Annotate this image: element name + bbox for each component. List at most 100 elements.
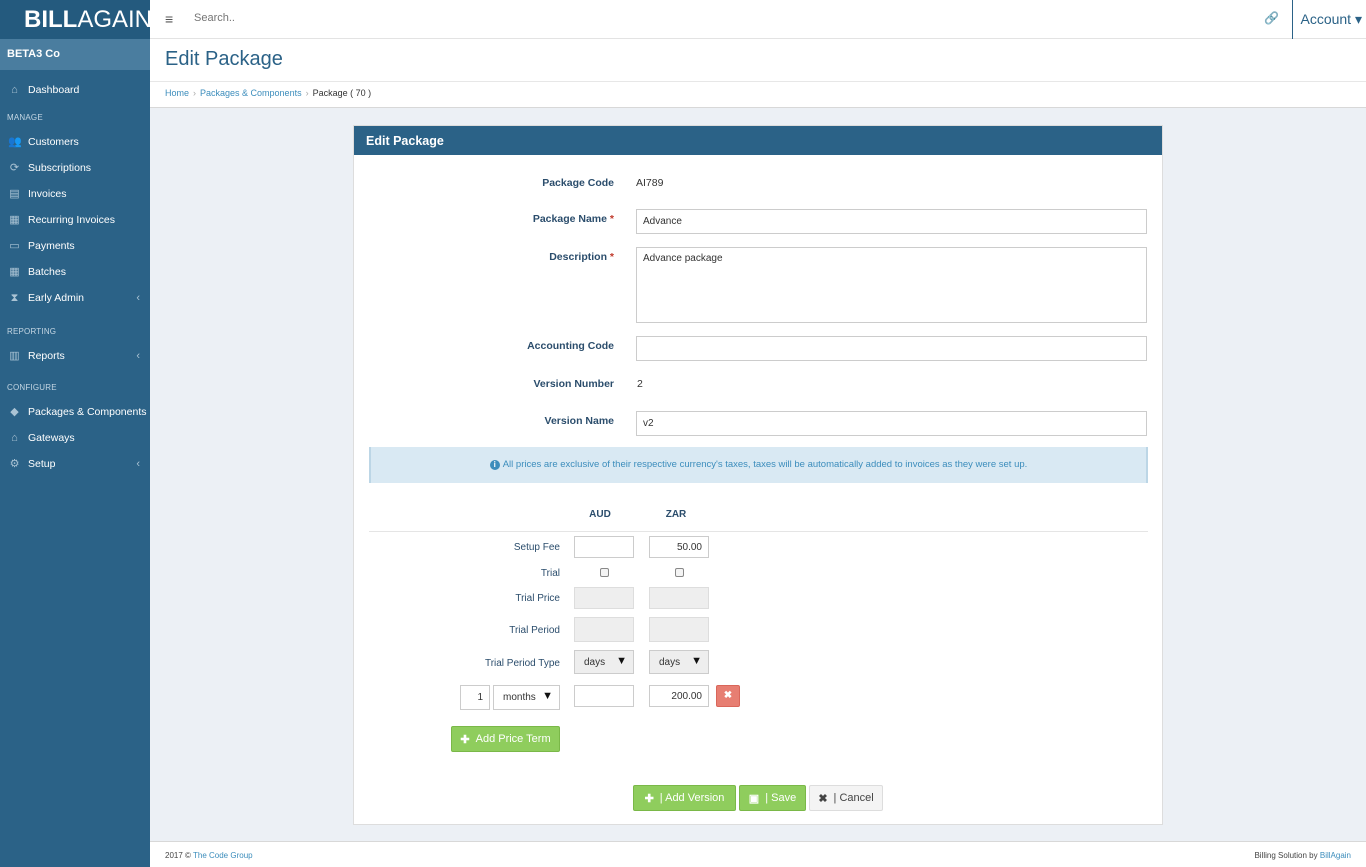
footer-copyright: 2017 © The Code Group xyxy=(165,851,253,860)
trial-period-type-aud-select[interactable]: days ▼ xyxy=(574,650,634,674)
chevron-left-icon: ‹ xyxy=(136,458,140,470)
hourglass-icon: ⧗ xyxy=(10,292,19,304)
caret-down-icon: ▼ xyxy=(691,655,702,667)
sidebar-item-early-admin[interactable]: ⧗ Early Admin ‹ xyxy=(0,285,150,311)
section-reporting: REPORTING xyxy=(7,327,57,336)
section-manage: MANAGE xyxy=(7,113,43,122)
chevron-left-icon: ‹ xyxy=(136,292,140,304)
trial-zar-checkbox[interactable] xyxy=(675,568,684,577)
currency-aud-header: AUD xyxy=(589,509,611,520)
chevron-left-icon: ‹ xyxy=(136,350,140,362)
breadcrumb-packages[interactable]: Packages & Components xyxy=(200,88,302,98)
footer: 2017 © The Code Group Billing Solution b… xyxy=(150,841,1366,867)
caret-down-icon: ▼ xyxy=(616,655,627,667)
caret-down-icon: ▼ xyxy=(542,690,553,702)
table-icon: ▦ xyxy=(9,266,20,278)
package-name-input[interactable] xyxy=(636,209,1147,234)
sidebar-item-invoices[interactable]: ▤ Invoices xyxy=(0,181,150,207)
remove-term-button[interactable]: ✖ xyxy=(716,685,740,707)
tax-info-alert: i All prices are exclusive of their respe… xyxy=(369,447,1148,483)
section-configure: CONFIGURE xyxy=(7,383,57,392)
refresh-icon: ⟳ xyxy=(9,162,20,174)
link-icon[interactable]: 🔗 xyxy=(1264,11,1279,25)
edit-package-panel: Edit Package Package Code AI789 Package … xyxy=(353,125,1163,825)
money-icon: ▭ xyxy=(9,240,20,252)
trial-period-label: Trial Period xyxy=(509,625,560,636)
trial-period-aud-input xyxy=(574,617,634,642)
sidebar: BILLAGAIN BETA3 Co ⌂ Dashboard MANAGE 👥 C… xyxy=(0,0,153,867)
accounting-code-input[interactable] xyxy=(636,336,1147,361)
panel-heading: Edit Package xyxy=(354,126,1162,155)
plus-icon: ✚ xyxy=(644,792,654,805)
sidebar-item-dashboard[interactable]: ⌂ Dashboard xyxy=(0,77,150,103)
trial-period-type-label: Trial Period Type xyxy=(484,658,560,669)
calendar-icon: ▦ xyxy=(9,214,20,226)
accounting-code-label: Accounting Code xyxy=(527,340,614,352)
package-code-value: AI789 xyxy=(636,177,664,189)
add-version-button[interactable]: ✚ | Add Version xyxy=(633,785,736,811)
trial-aud-checkbox[interactable] xyxy=(600,568,609,577)
info-icon: i xyxy=(489,460,500,470)
plus-icon: ✚ xyxy=(460,733,470,746)
floppy-icon: ▣ xyxy=(748,792,760,805)
tags-icon: ◆ xyxy=(10,406,19,418)
version-name-input[interactable] xyxy=(636,411,1147,436)
sidebar-item-setup[interactable]: ⚙ Setup ‹ xyxy=(0,451,150,477)
term-quantity-input[interactable] xyxy=(460,685,490,710)
sidebar-item-recurring-invoices[interactable]: ▦ Recurring Invoices xyxy=(0,207,150,233)
description-label: Description * xyxy=(549,251,614,263)
close-icon: ✖ xyxy=(818,792,828,805)
term-unit-select[interactable]: months ▼ xyxy=(493,685,560,710)
file-icon: ▤ xyxy=(9,188,20,200)
brand-name: BILLAGAIN xyxy=(24,5,153,33)
sidebar-item-payments[interactable]: ▭ Payments xyxy=(0,233,150,259)
setup-fee-zar-input[interactable] xyxy=(649,536,709,558)
breadcrumb: Home › Packages & Components › Package ( 70 … xyxy=(150,82,1366,108)
version-name-label: Version Name xyxy=(544,415,614,427)
trial-period-zar-input xyxy=(649,617,709,642)
package-code-label: Package Code xyxy=(542,177,614,189)
close-icon: ✖ xyxy=(723,690,733,701)
cancel-button[interactable]: ✖ | Cancel xyxy=(809,785,883,811)
description-textarea[interactable]: Advance package xyxy=(636,247,1147,323)
users-icon: 👥 xyxy=(8,136,22,148)
search-input[interactable] xyxy=(194,12,494,24)
menu-toggle-icon[interactable]: ≡ xyxy=(165,11,173,27)
add-price-term-button[interactable]: ✚ Add Price Term xyxy=(451,726,560,752)
sidebar-item-batches[interactable]: ▦ Batches xyxy=(0,259,150,285)
term-price-zar-input[interactable] xyxy=(649,685,709,707)
term-price-aud-input[interactable] xyxy=(574,685,634,707)
trial-period-type-zar-select[interactable]: days ▼ xyxy=(649,650,709,674)
sidebar-item-customers[interactable]: 👥 Customers xyxy=(0,129,150,155)
setup-fee-aud-input[interactable] xyxy=(574,536,634,558)
top-navbar: ≡ 🔗 Account ▾ xyxy=(150,0,1366,39)
trial-price-label: Trial Price xyxy=(515,593,560,604)
setup-fee-label: Setup Fee xyxy=(513,542,560,553)
page-title: Edit Package xyxy=(165,48,283,70)
company-name[interactable]: BETA3 Co xyxy=(0,39,150,70)
account-menu[interactable]: Account ▾ xyxy=(1300,11,1362,28)
version-number-value: 2 xyxy=(637,378,643,390)
sidebar-item-reports[interactable]: ▥ Reports ‹ xyxy=(0,343,150,369)
sidebar-item-subscriptions[interactable]: ⟳ Subscriptions xyxy=(0,155,150,181)
home-icon: ⌂ xyxy=(11,84,18,96)
breadcrumb-home[interactable]: Home xyxy=(165,88,189,98)
page-header: Edit Package xyxy=(150,39,1366,82)
breadcrumb-current: Package ( 70 ) xyxy=(312,88,372,98)
footer-credit: Billing Solution by BillAgain xyxy=(1254,851,1351,860)
sidebar-item-packages[interactable]: ◆ Packages & Components xyxy=(0,399,150,425)
clipboard-icon: ▥ xyxy=(9,350,20,362)
trial-label: Trial xyxy=(540,568,560,579)
sidebar-item-gateways[interactable]: ⌂ Gateways xyxy=(0,425,150,451)
version-number-label: Version Number xyxy=(533,378,614,390)
footer-brand-link[interactable]: BillAgain xyxy=(1320,851,1351,860)
footer-company-link[interactable]: The Code Group xyxy=(193,851,253,860)
trial-price-zar-input xyxy=(649,587,709,609)
bank-icon: ⌂ xyxy=(11,432,18,444)
gear-icon: ⚙ xyxy=(9,458,20,470)
logo[interactable]: BILLAGAIN xyxy=(0,0,153,39)
trial-price-aud-input xyxy=(574,587,634,609)
package-name-label: Package Name * xyxy=(532,213,614,225)
save-button[interactable]: ▣ | Save xyxy=(739,785,806,811)
currency-zar-header: ZAR xyxy=(665,509,687,520)
